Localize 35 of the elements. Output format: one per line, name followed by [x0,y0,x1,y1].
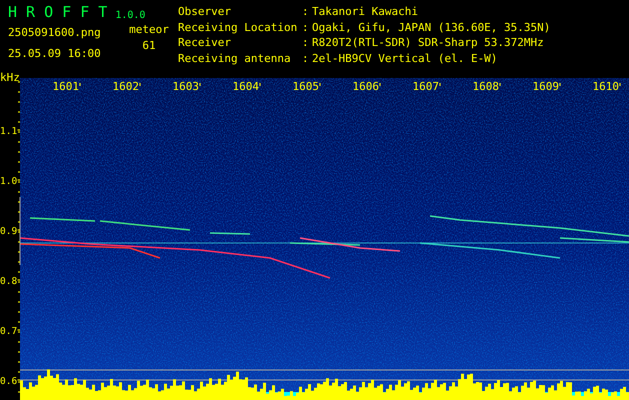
info-separator: : [302,6,310,20]
date-time: 25.05.09 16:00 [8,48,102,60]
info-value: Takanori Kawachi [312,6,419,20]
x-axis-label: 1608 [472,80,499,93]
info-label: Receiver [178,37,232,51]
info-separator: : [302,37,310,51]
y-axis-unit: kHz [0,71,20,84]
info-separator: : [302,22,310,36]
meteor-count: 61 [142,40,156,52]
y-axis-label: 0.6 [0,376,18,387]
info-separator: : [302,52,310,66]
x-axis-label: 1610 [592,80,619,93]
meteor-label: meteor [129,24,169,36]
x-axis-label: 1607 [412,80,439,93]
file-name: 2505091600.png [8,27,102,39]
info-value: 2el-HB9CV Vertical (el. E-W) [312,52,498,66]
y-axis-label: 0.8 [0,276,18,287]
info-label: Receiving antenna [178,52,292,66]
y-axis-label: 0.7 [0,326,18,337]
y-axis-label: 1.0 [0,176,18,187]
x-axis-label: 1609 [532,80,559,93]
info-label: Observer [178,6,232,20]
x-axis-label: 1603 [172,80,199,93]
app-version: 1.0.0 [115,9,146,22]
x-axis-label: 1606 [352,80,379,93]
y-axis-label: 1.1 [0,126,18,137]
info-value: Ogaki, Gifu, JAPAN (136.60E, 35.35N) [312,22,550,36]
app-title: H R O F F T [8,4,108,22]
x-axis-label: 1602 [112,80,139,93]
x-axis-label: 1604 [232,80,259,93]
x-axis-label: 1605 [292,80,319,93]
info-value: R820T2(RTL-SDR) SDR-Sharp 53.372MHz [312,37,545,51]
info-label: Receiving Location [178,22,298,36]
x-axis-label: 1601 [52,80,79,93]
y-axis-label: 0.9 [0,226,18,237]
